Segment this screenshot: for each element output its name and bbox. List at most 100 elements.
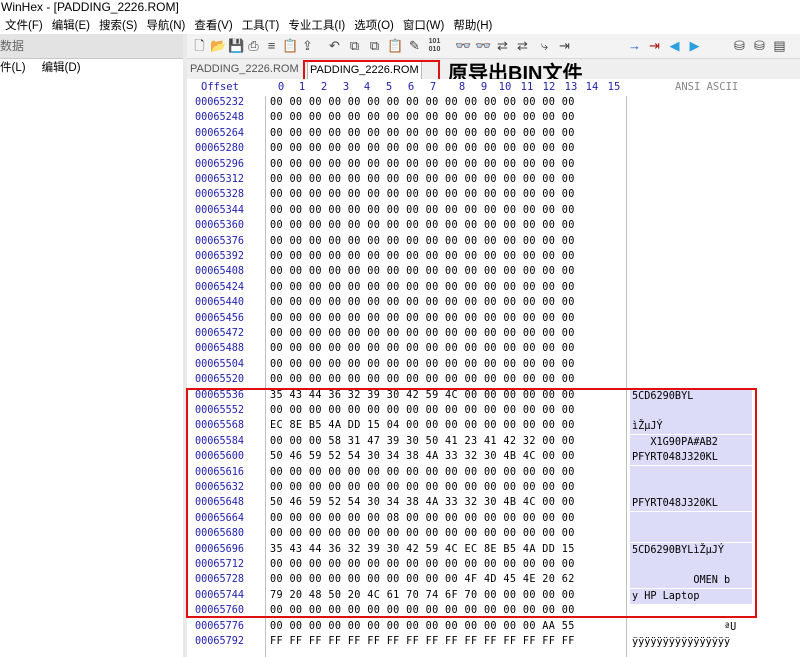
row-ascii[interactable] xyxy=(630,111,752,126)
hex-row[interactable]: 00065360 00 00 00 00 00 00 00 00 00 00 00… xyxy=(187,219,800,234)
row-ascii[interactable] xyxy=(630,204,752,219)
hex-row[interactable]: 00065328 00 00 00 00 00 00 00 00 00 00 00… xyxy=(187,188,800,203)
row-bytes[interactable]: 00 00 00 00 00 00 00 00 00 00 00 00 00 0… xyxy=(270,359,620,370)
menu-file[interactable]: 文件(F) xyxy=(5,17,43,35)
hex-row[interactable]: 00065776 00 00 00 00 00 00 00 00 00 00 00… xyxy=(187,620,800,635)
row-bytes[interactable]: FF FF FF FF FF FF FF FF FF FF FF FF FF F… xyxy=(270,636,620,647)
hex-row[interactable]: 00065424 00 00 00 00 00 00 00 00 00 00 00… xyxy=(187,281,800,296)
menu-edit[interactable]: 编辑(E) xyxy=(52,17,90,35)
row-ascii[interactable] xyxy=(630,188,752,203)
row-ascii[interactable]: ÿÿÿÿÿÿÿÿÿÿÿÿÿÿÿÿ xyxy=(630,635,752,650)
row-bytes[interactable]: 00 00 00 00 00 00 00 00 00 00 00 00 00 0… xyxy=(270,174,620,185)
hex-row[interactable]: 00065280 00 00 00 00 00 00 00 00 00 00 00… xyxy=(187,142,800,157)
hex-row[interactable]: 00065456 00 00 00 00 00 00 00 00 00 00 00… xyxy=(187,312,800,327)
new-file-icon[interactable]: 🗋 xyxy=(192,38,207,53)
hex-row[interactable]: 00065440 00 00 00 00 00 00 00 00 00 00 00… xyxy=(187,296,800,311)
left-menu-file[interactable]: 件(L) xyxy=(0,59,26,77)
goto-icon[interactable]: ⤷ xyxy=(537,38,552,53)
disk-icon[interactable]: ⛁ xyxy=(732,38,747,53)
properties-icon[interactable]: ≡ xyxy=(264,38,279,53)
replace-hex-icon[interactable]: ⇄ xyxy=(515,38,530,53)
write-icon[interactable]: ✎ xyxy=(407,38,422,53)
menu-window[interactable]: 窗口(W) xyxy=(403,17,445,35)
row-bytes[interactable]: 00 00 00 00 00 00 00 00 00 00 00 00 00 0… xyxy=(270,159,620,170)
row-ascii[interactable] xyxy=(630,281,752,296)
clipboard-icon[interactable]: 📋 xyxy=(282,38,298,53)
row-bytes[interactable]: 00 00 00 00 00 00 00 00 00 00 00 00 00 0… xyxy=(270,343,620,354)
ram-icon[interactable]: ▤ xyxy=(772,38,787,53)
tab-file-1[interactable]: PADDING_2226.ROM xyxy=(188,61,301,78)
row-ascii[interactable]: ªU xyxy=(630,620,752,635)
replace-icon[interactable]: ⇄ xyxy=(495,38,510,53)
row-bytes[interactable]: 00 00 00 00 00 00 00 00 00 00 00 00 00 0… xyxy=(270,236,620,247)
row-bytes[interactable]: 00 00 00 00 00 00 00 00 00 00 00 00 00 0… xyxy=(270,282,620,293)
hex-row[interactable]: 00065392 00 00 00 00 00 00 00 00 00 00 00… xyxy=(187,250,800,265)
hex-row[interactable]: 00065376 00 00 00 00 00 00 00 00 00 00 00… xyxy=(187,235,800,250)
hex-row[interactable]: 00065344 00 00 00 00 00 00 00 00 00 00 00… xyxy=(187,204,800,219)
row-ascii[interactable] xyxy=(630,173,752,188)
row-bytes[interactable]: 00 00 00 00 00 00 00 00 00 00 00 00 00 0… xyxy=(270,313,620,324)
row-bytes[interactable]: 00 00 00 00 00 00 00 00 00 00 00 00 00 0… xyxy=(270,97,620,108)
left-menu-edit[interactable]: 编辑(D) xyxy=(42,59,81,77)
hex-row[interactable]: 00065472 00 00 00 00 00 00 00 00 00 00 00… xyxy=(187,327,800,342)
menu-search[interactable]: 搜索(S) xyxy=(99,17,137,35)
row-ascii[interactable] xyxy=(630,127,752,142)
row-bytes[interactable]: 00 00 00 00 00 00 00 00 00 00 00 00 00 0… xyxy=(270,205,620,216)
row-ascii[interactable] xyxy=(630,342,752,357)
hex-row[interactable]: 00065232 00 00 00 00 00 00 00 00 00 00 00… xyxy=(187,96,800,111)
hex-row[interactable]: 00065248 00 00 00 00 00 00 00 00 00 00 00… xyxy=(187,111,800,126)
find-hex-icon[interactable]: 👓 xyxy=(475,38,491,53)
copy-icon[interactable]: ⧉ xyxy=(347,38,362,53)
hex-row[interactable]: 00065296 00 00 00 00 00 00 00 00 00 00 00… xyxy=(187,158,800,173)
hex-row[interactable]: 00065520 00 00 00 00 00 00 00 00 00 00 00… xyxy=(187,373,800,388)
menu-help[interactable]: 帮助(H) xyxy=(453,17,492,35)
next-icon[interactable]: ▶ xyxy=(687,38,702,53)
hex-row[interactable]: 00065264 00 00 00 00 00 00 00 00 00 00 00… xyxy=(187,127,800,142)
row-ascii[interactable] xyxy=(630,96,752,111)
row-ascii[interactable] xyxy=(630,158,752,173)
row-bytes[interactable]: 00 00 00 00 00 00 00 00 00 00 00 00 00 0… xyxy=(270,251,620,262)
open-folder-icon[interactable]: 📂 xyxy=(210,38,226,53)
row-ascii[interactable] xyxy=(630,296,752,311)
back-icon[interactable]: → xyxy=(627,38,642,53)
copy-block-icon[interactable]: ⧉ xyxy=(367,38,382,53)
menu-navigate[interactable]: 导航(N) xyxy=(146,17,185,35)
hex-row[interactable]: 00065488 00 00 00 00 00 00 00 00 00 00 00… xyxy=(187,342,800,357)
row-ascii[interactable] xyxy=(630,312,752,327)
disk-edit-icon[interactable]: ⛁ xyxy=(752,38,767,53)
goto-block-icon[interactable]: ⇥ xyxy=(647,38,662,53)
row-bytes[interactable]: 00 00 00 00 00 00 00 00 00 00 00 00 00 0… xyxy=(270,128,620,139)
goto-offset-icon[interactable]: ⇥ xyxy=(557,38,572,53)
menu-specialist-tools[interactable]: 专业工具(I) xyxy=(288,17,345,35)
row-bytes[interactable]: 00 00 00 00 00 00 00 00 00 00 00 00 00 0… xyxy=(270,266,620,277)
row-ascii[interactable] xyxy=(630,358,752,373)
row-bytes[interactable]: 00 00 00 00 00 00 00 00 00 00 00 00 00 0… xyxy=(270,220,620,231)
prev-icon[interactable]: ◀ xyxy=(667,38,682,53)
hex-row[interactable]: 00065312 00 00 00 00 00 00 00 00 00 00 00… xyxy=(187,173,800,188)
row-bytes[interactable]: 00 00 00 00 00 00 00 00 00 00 00 00 00 0… xyxy=(270,621,620,632)
hex-101-icon[interactable]: 101 010 xyxy=(427,38,442,53)
row-ascii[interactable] xyxy=(630,265,752,280)
row-bytes[interactable]: 00 00 00 00 00 00 00 00 00 00 00 00 00 0… xyxy=(270,297,620,308)
menu-options[interactable]: 选项(O) xyxy=(354,17,394,35)
row-bytes[interactable]: 00 00 00 00 00 00 00 00 00 00 00 00 00 0… xyxy=(270,328,620,339)
menu-view[interactable]: 查看(V) xyxy=(194,17,232,35)
export-icon[interactable]: ⇪ xyxy=(300,38,315,53)
row-bytes[interactable]: 00 00 00 00 00 00 00 00 00 00 00 00 00 0… xyxy=(270,374,620,385)
hex-row[interactable]: 00065792 FF FF FF FF FF FF FF FF FF FF FF… xyxy=(187,635,800,650)
row-ascii[interactable] xyxy=(630,219,752,234)
find-text-icon[interactable]: 👓 xyxy=(455,38,471,53)
paste-icon[interactable]: 📋 xyxy=(387,38,403,53)
row-bytes[interactable]: 00 00 00 00 00 00 00 00 00 00 00 00 00 0… xyxy=(270,143,620,154)
hex-row[interactable]: 00065504 00 00 00 00 00 00 00 00 00 00 00… xyxy=(187,358,800,373)
save-icon[interactable]: 💾 xyxy=(228,38,244,53)
row-ascii[interactable] xyxy=(630,235,752,250)
print-icon[interactable]: ⎙ xyxy=(246,38,261,53)
hex-row[interactable]: 00065408 00 00 00 00 00 00 00 00 00 00 00… xyxy=(187,265,800,280)
row-ascii[interactable] xyxy=(630,373,752,388)
row-ascii[interactable] xyxy=(630,250,752,265)
menu-tools[interactable]: 工具(T) xyxy=(242,17,280,35)
undo-icon[interactable]: ↶ xyxy=(327,38,342,53)
row-ascii[interactable] xyxy=(630,327,752,342)
row-ascii[interactable] xyxy=(630,142,752,157)
